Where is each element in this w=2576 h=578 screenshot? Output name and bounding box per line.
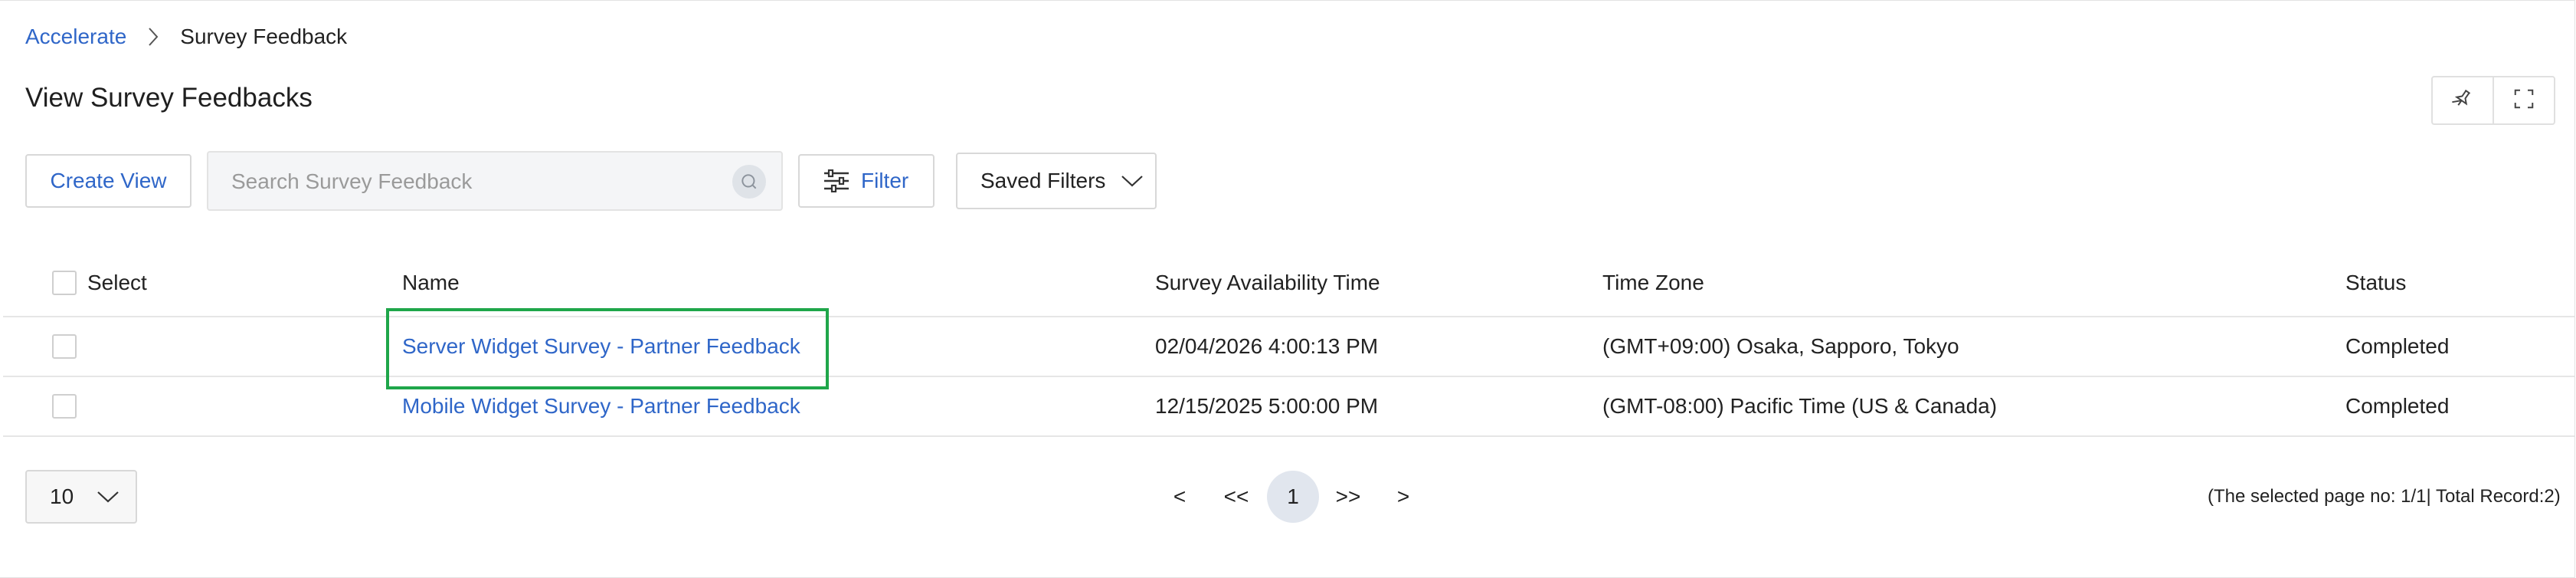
fullscreen-icon	[2512, 87, 2535, 114]
next-page-button[interactable]: >	[1388, 471, 1419, 523]
survey-feedback-table: Select Name Survey Availability Time Tim…	[3, 250, 2574, 437]
create-view-button[interactable]: Create View	[25, 154, 191, 208]
time-zone: (GMT+09:00) Osaka, Sapporo, Tokyo	[1602, 334, 1959, 358]
column-header-availability[interactable]: Survey Availability Time	[1155, 271, 1380, 295]
column-header-select: Select	[87, 271, 147, 294]
breadcrumb-current: Survey Feedback	[180, 25, 348, 48]
select-all-checkbox[interactable]	[52, 271, 77, 295]
sliders-icon	[823, 169, 850, 192]
previous-page-button[interactable]: <	[1164, 471, 1195, 523]
availability-time: 12/15/2025 5:00:00 PM	[1155, 394, 1379, 418]
status-text: Completed	[2345, 334, 2450, 358]
breadcrumb: Accelerate Survey Feedback	[25, 25, 347, 49]
survey-name-link[interactable]: Mobile Widget Survey - Partner Feedback	[402, 394, 800, 419]
current-page-button[interactable]: 1	[1267, 471, 1319, 523]
filter-label: Filter	[861, 169, 909, 192]
chevron-down-icon	[97, 490, 119, 504]
column-header-timezone[interactable]: Time Zone	[1602, 271, 1704, 295]
filter-button[interactable]: Filter	[798, 154, 934, 208]
status-text: Completed	[2345, 394, 2450, 418]
survey-name-link[interactable]: Server Widget Survey - Partner Feedback	[402, 334, 800, 359]
search-box	[207, 151, 783, 211]
column-header-name[interactable]: Name	[402, 271, 460, 295]
saved-filters-dropdown[interactable]: Saved Filters	[956, 153, 1157, 209]
page-title: View Survey Feedbacks	[25, 83, 313, 113]
first-page-button[interactable]: <<	[1219, 471, 1253, 523]
page-size-select[interactable]: 10	[25, 470, 137, 524]
header-icon-group	[2431, 76, 2555, 125]
pagination-info: (The selected page no: 1/1| Total Record…	[2208, 486, 2561, 507]
row-checkbox[interactable]	[52, 394, 77, 419]
chevron-down-icon	[1121, 174, 1144, 188]
table-row: Server Widget Survey - Partner Feedback …	[3, 317, 2574, 377]
search-icon[interactable]	[732, 165, 766, 199]
pin-icon	[2451, 87, 2474, 114]
page-size-value: 10	[50, 484, 74, 508]
fullscreen-button[interactable]	[2493, 77, 2554, 123]
time-zone: (GMT-08:00) Pacific Time (US & Canada)	[1602, 394, 1998, 418]
availability-time: 02/04/2026 4:00:13 PM	[1155, 334, 1379, 358]
table-header: Select Name Survey Availability Time Tim…	[3, 250, 2574, 317]
saved-filters-label: Saved Filters	[980, 169, 1106, 192]
pin-button[interactable]	[2433, 77, 2493, 123]
breadcrumb-root-link[interactable]: Accelerate	[25, 25, 126, 49]
table-row: Mobile Widget Survey - Partner Feedback …	[3, 377, 2574, 437]
row-checkbox[interactable]	[52, 334, 77, 359]
search-input[interactable]	[230, 153, 723, 211]
column-header-status[interactable]: Status	[2345, 271, 2406, 295]
last-page-button[interactable]: >>	[1331, 471, 1365, 523]
chevron-right-icon	[137, 26, 169, 48]
